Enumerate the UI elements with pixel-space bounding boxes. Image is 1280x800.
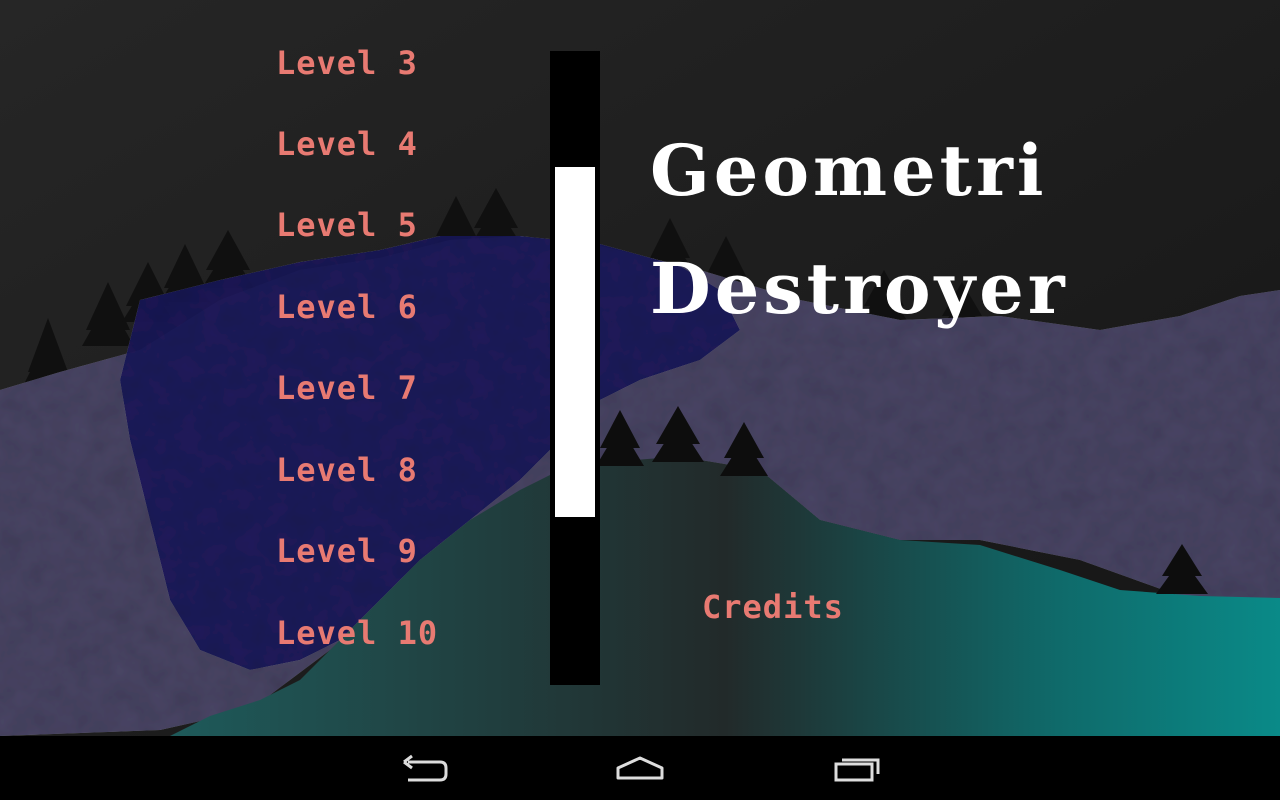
level-item[interactable]: Level 9 <box>276 526 418 576</box>
level-item[interactable]: Level 10 <box>276 608 438 658</box>
game-title: Geometri Destroyer <box>650 112 1069 348</box>
level-scrollbar[interactable] <box>550 51 600 685</box>
level-item[interactable]: Level 8 <box>276 445 418 495</box>
home-icon <box>616 756 664 780</box>
level-item[interactable]: Level 6 <box>276 282 418 332</box>
level-item[interactable]: Level 4 <box>276 119 418 169</box>
level-list[interactable]: Level 3 Level 4 Level 5 Level 6 Level 7 … <box>276 40 516 680</box>
title-line-2: Destroyer <box>650 247 1069 330</box>
level-item[interactable]: Level 7 <box>276 363 418 413</box>
back-button[interactable] <box>394 748 454 788</box>
level-item[interactable]: Level 5 <box>276 200 418 250</box>
back-icon <box>403 754 448 782</box>
title-line-1: Geometri <box>650 129 1048 212</box>
home-button[interactable] <box>610 748 670 788</box>
credits-button[interactable]: Credits <box>702 584 844 630</box>
scrollbar-thumb[interactable] <box>555 167 595 517</box>
recent-apps-icon <box>834 758 880 782</box>
level-item[interactable]: Level 3 <box>276 40 418 88</box>
background-landscape <box>0 0 1280 736</box>
recent-apps-button[interactable] <box>828 748 888 788</box>
game-scene: Level 3 Level 4 Level 5 Level 6 Level 7 … <box>0 0 1280 736</box>
system-navigation-bar <box>0 736 1280 800</box>
